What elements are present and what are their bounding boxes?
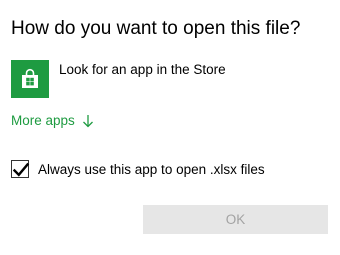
always-use-checkbox[interactable] [11,160,30,178]
ok-button[interactable]: OK [143,205,328,234]
always-use-row[interactable]: Always use this app to open .xlsx files [11,160,265,178]
dialog-title: How do you want to open this file? [11,18,301,39]
checkmark-icon [12,162,30,177]
always-use-label: Always use this app to open .xlsx files [38,161,265,177]
more-apps-label: More apps [11,113,75,128]
store-option-label: Look for an app in the Store [59,62,226,77]
arrow-down-icon [82,114,94,128]
store-option[interactable]: Look for an app in the Store [11,60,321,98]
more-apps-link[interactable]: More apps [11,112,94,129]
open-with-dialog: How do you want to open this file? Look … [0,0,340,255]
store-bag-icon [11,60,49,98]
